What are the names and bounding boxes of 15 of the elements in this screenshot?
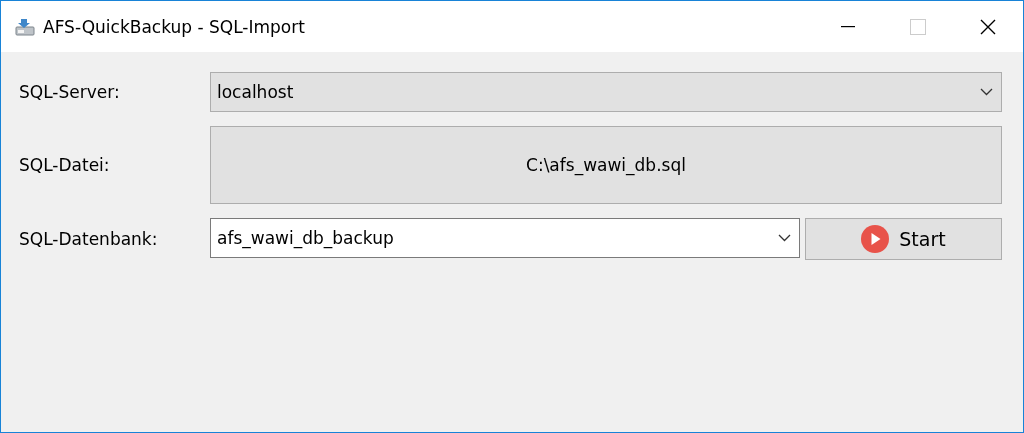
file-label: SQL-Datei:: [19, 155, 111, 175]
server-label: SQL-Server:: [19, 82, 121, 102]
drive-download-icon: [15, 17, 35, 36]
minimize-icon: [841, 25, 855, 28]
file-select-button[interactable]: C:\afs_wawi_db.sql: [210, 126, 1002, 204]
database-combobox[interactable]: afs_wawi_db_backup: [210, 218, 800, 258]
window-title: AFS-QuickBackup - SQL-Import: [43, 16, 306, 37]
chevron-down-icon: [980, 88, 993, 96]
start-button[interactable]: Start: [805, 218, 1002, 260]
server-dropdown[interactable]: localhost: [210, 72, 1002, 112]
maximize-icon: [910, 18, 926, 35]
database-label: SQL-Datenbank:: [19, 229, 159, 249]
play-icon: [861, 225, 890, 253]
chevron-down-icon: [778, 234, 791, 242]
close-icon: [980, 18, 996, 35]
